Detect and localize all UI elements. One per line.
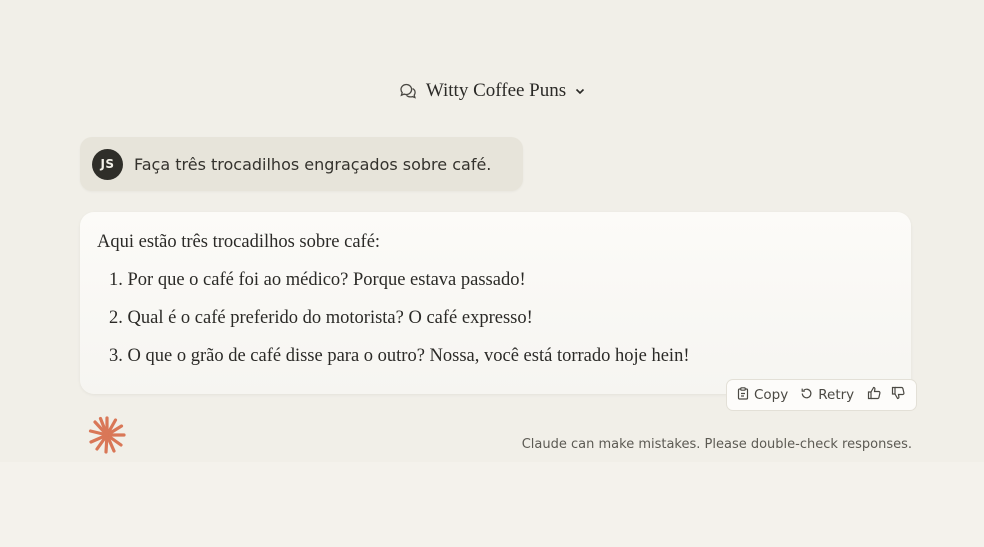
chevron-down-icon: [574, 85, 586, 97]
user-message-text: Faça três trocadilhos engraçados sobre c…: [134, 154, 492, 174]
list-item-number: 1.: [109, 270, 123, 290]
list-item: 2. Qual é o café preferido do motorista?…: [109, 305, 894, 331]
input-area-background: [0, 462, 984, 547]
assistant-message: Aqui estão três trocadilhos sobre café: …: [80, 212, 911, 394]
retry-button[interactable]: Retry: [800, 387, 854, 404]
list-item-text: O que o grão de café disse para o outro?…: [127, 346, 690, 366]
retry-label: Retry: [818, 387, 855, 403]
message-actions: Copy Retry: [726, 379, 917, 411]
retry-icon: [800, 387, 813, 404]
thumbs-up-button[interactable]: [867, 386, 882, 404]
user-message: JS Faça três trocadilhos engraçados sobr…: [80, 137, 523, 191]
chat-title: Witty Coffee Puns: [425, 80, 567, 101]
list-item-number: 3.: [109, 346, 123, 366]
pun-list: 1. Por que o café foi ao médico? Porque …: [97, 267, 894, 369]
thumbs-down-button[interactable]: [891, 386, 906, 404]
thumbs-down-icon: [891, 386, 906, 404]
list-item-text: Por que o café foi ao médico? Porque est…: [127, 270, 526, 290]
thumbs-up-icon: [867, 386, 882, 404]
clipboard-icon: [737, 386, 749, 404]
chat-bubbles-icon: [398, 81, 418, 101]
copy-label: Copy: [754, 387, 789, 403]
assistant-intro: Aqui estão três trocadilhos sobre café:: [97, 232, 381, 252]
avatar: JS: [92, 148, 123, 180]
chat-title-dropdown[interactable]: Witty Coffee Puns: [0, 80, 984, 102]
list-item-number: 2.: [109, 308, 123, 328]
disclaimer-text: Claude can make mistakes. Please double-…: [521, 437, 912, 452]
list-item-text: Qual é o café preferido do motorista? O …: [127, 308, 533, 328]
claude-logo-icon: [88, 416, 126, 454]
list-item: 1. Por que o café foi ao médico? Porque …: [109, 267, 894, 293]
list-item: 3. O que o grão de café disse para o out…: [109, 343, 894, 369]
copy-button[interactable]: Copy: [737, 386, 789, 404]
